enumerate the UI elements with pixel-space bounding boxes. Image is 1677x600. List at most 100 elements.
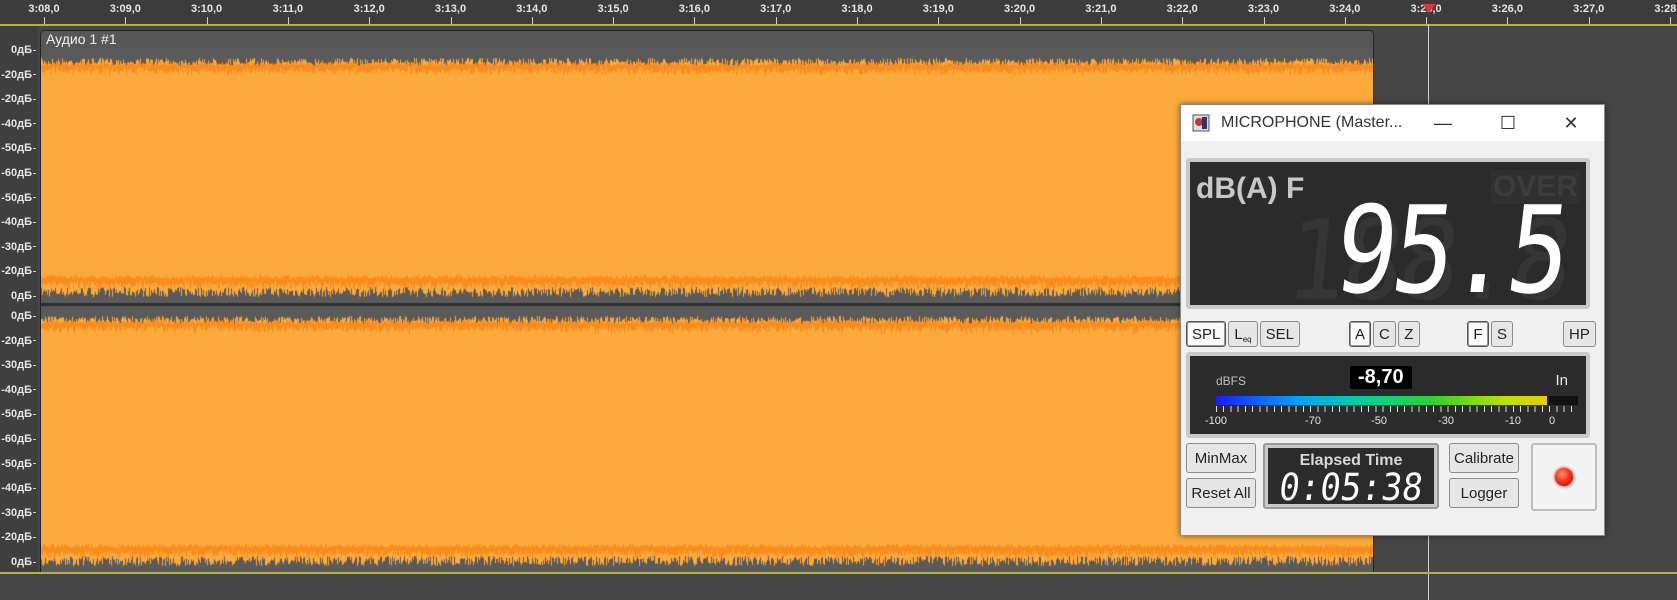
db-scale-label: -40дБ: [1, 118, 36, 130]
timeline-tick-mark: [694, 17, 696, 24]
timeline-tick: 3:27,0: [1573, 0, 1604, 24]
timeline-tick: 3:21,0: [1085, 0, 1116, 24]
elapsed-time-display: Elapsed Time 0:05:38: [1263, 443, 1439, 510]
maximize-button[interactable]: ☐: [1476, 105, 1540, 141]
timeline-tick-label: 3:24,0: [1329, 3, 1361, 15]
sound-level-meter-window[interactable]: MICROPHONE (Master... — ☐ ✕ dB(A) F OVER…: [1180, 104, 1605, 536]
timeline-tick: 3:15,0: [597, 0, 629, 24]
timeline-bottom-border: [0, 572, 1677, 574]
hp-button[interactable]: HP: [1563, 321, 1596, 347]
db-scale-label: -20дБ: [1, 93, 36, 105]
window-titlebar[interactable]: MICROPHONE (Master... — ☐ ✕: [1181, 105, 1604, 141]
dbfs-label: dBFS: [1216, 374, 1247, 388]
db-scale-label: -50дБ: [1, 192, 36, 204]
meter-label: -50: [1371, 415, 1387, 427]
db-scale-label: 0дБ: [11, 310, 36, 322]
calibrate-button[interactable]: Calibrate: [1449, 443, 1519, 473]
meter-label: -100: [1204, 415, 1228, 427]
db-scale-label: 0дБ: [11, 290, 36, 302]
reset-all-button[interactable]: Reset All: [1186, 478, 1256, 508]
timeline-tick-mark: [1670, 17, 1671, 24]
weight-c-button[interactable]: C: [1373, 321, 1396, 347]
slow-button[interactable]: S: [1491, 321, 1514, 347]
sel-button[interactable]: SEL: [1259, 321, 1300, 347]
timeline-tick-label: 3:28,0: [1654, 3, 1677, 15]
db-scale-label: -50дБ: [1, 408, 36, 420]
timeline-tick-mark: [1263, 17, 1265, 24]
meter-unfilled: [1547, 396, 1578, 405]
db-scale-label: -30дБ: [1, 507, 36, 519]
input-meter-panel: dBFS -8,70 In -100 -70 -50 -30 -10 0: [1186, 352, 1590, 438]
timeline-tick-label: 3:14,0: [516, 3, 548, 15]
timeline-tick: 3:24,0: [1329, 0, 1360, 24]
input-label: In: [1555, 372, 1568, 389]
meter-label: -70: [1305, 415, 1321, 427]
timeline-tick-label: 3:18,0: [841, 3, 873, 15]
weighting-label: dB(A) F: [1196, 172, 1305, 205]
hp-buttons: HP: [1563, 321, 1596, 347]
timeline-tick: 3:18,0: [841, 0, 873, 24]
timeline-tick-mark: [1507, 17, 1509, 24]
timeline-tick-label: 3:09,0: [109, 3, 141, 15]
level-display: dB(A) F OVER 188.8 95.5: [1186, 158, 1590, 325]
timeline-tick-mark: [531, 17, 533, 24]
audio-clip[interactable]: Аудио 1 #1: [40, 30, 1374, 573]
timeline-tick-mark: [450, 17, 452, 24]
record-led-icon: [1555, 468, 1573, 486]
timeline-tick-mark: [1019, 17, 1021, 24]
db-scale-label: -50дБ: [1, 458, 36, 470]
timeline-tick: 3:22,0: [1167, 0, 1198, 24]
db-scale-label: -50дБ: [1, 142, 36, 154]
minimize-button[interactable]: —: [1411, 105, 1475, 141]
playhead-marker[interactable]: [1422, 4, 1436, 13]
minmax-button[interactable]: MinMax: [1186, 443, 1256, 473]
leq-label: L: [1234, 325, 1243, 343]
meter-ticks: [1216, 406, 1578, 412]
timeline-tick-label: 3:23,0: [1247, 3, 1280, 15]
waveform: [41, 48, 1373, 572]
db-scale-label: -20дБ: [1, 265, 36, 277]
timeline-tick-mark: [369, 17, 371, 24]
elapsed-time-value: 0:05:38: [1276, 466, 1426, 510]
close-button[interactable]: ✕: [1539, 105, 1603, 141]
record-button[interactable]: [1531, 443, 1597, 511]
spl-button[interactable]: SPL: [1186, 321, 1227, 347]
timeline-tick-mark: [775, 17, 777, 24]
fast-button[interactable]: F: [1467, 321, 1489, 347]
timeline-tick-label: 3:13,0: [434, 3, 467, 15]
elapsed-time-screen: Elapsed Time 0:05:38: [1268, 448, 1434, 510]
timeline-tick: 3:11,0: [273, 0, 303, 24]
db-scale-label: 0дБ: [11, 44, 36, 56]
timeline-tick: 3:16,0: [679, 0, 710, 24]
dbfs-value: -8,70: [1350, 366, 1412, 389]
timeline-tick-label: 3:26,0: [1491, 3, 1523, 15]
timeline-tick: 3:10,0: [191, 0, 222, 24]
level-value: 95.5: [1327, 181, 1575, 322]
timeline-tick-mark: [1588, 17, 1590, 24]
db-scale-label: -40дБ: [1, 482, 36, 494]
timeline-tick-label: 3:11,0: [272, 3, 304, 15]
frequency-weighting-buttons: A C Z: [1349, 321, 1420, 347]
weight-z-button[interactable]: Z: [1397, 321, 1420, 347]
timeline-tick: 3:20,0: [1004, 0, 1035, 24]
timeline-tick: 3:23,0: [1248, 0, 1279, 24]
app-icon: [1192, 114, 1210, 132]
timeline-tick-label: 3:20,0: [1003, 3, 1036, 15]
leq-button[interactable]: Leq: [1228, 321, 1258, 347]
timeline-tick: 3:09,0: [110, 0, 141, 24]
weight-a-button[interactable]: A: [1349, 321, 1372, 347]
timeline-tick: 3:26,0: [1492, 0, 1523, 24]
db-scale-label: -60дБ: [1, 167, 36, 179]
timeline-tick: 3:12,0: [354, 0, 385, 24]
db-scale-label: -20дБ: [1, 335, 36, 347]
timeline-tick: 3:08,0: [28, 0, 60, 24]
timeline-tick-label: 3:16,0: [678, 3, 710, 15]
meter-label: -30: [1438, 415, 1454, 427]
db-scale-label: -60дБ: [1, 433, 36, 445]
window-title: MICROPHONE (Master...: [1221, 114, 1403, 131]
timeline-tick-label: 3:10,0: [190, 3, 223, 15]
timeline-tick-label: 3:21,0: [1085, 3, 1117, 15]
time-weighting-buttons: F S: [1467, 321, 1514, 347]
timeline-tick-mark: [287, 17, 289, 24]
logger-button[interactable]: Logger: [1449, 478, 1519, 508]
